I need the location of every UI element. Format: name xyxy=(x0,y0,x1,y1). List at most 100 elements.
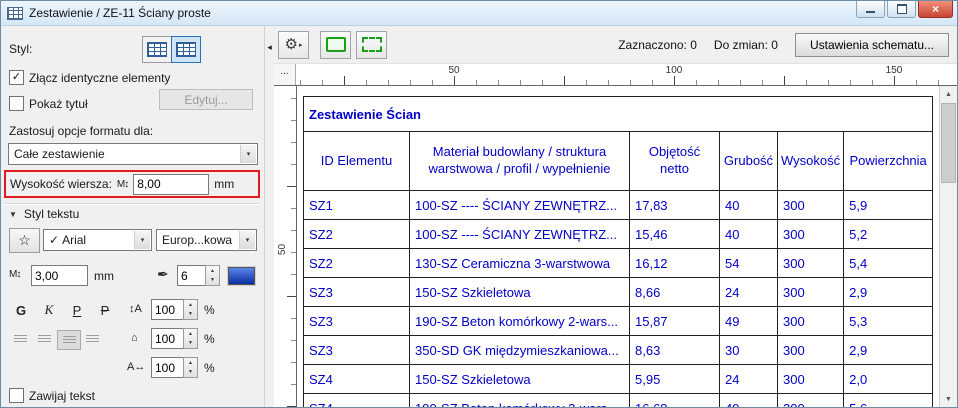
table-cell[interactable]: 130-SZ Ceramiczna 3-warstwowa xyxy=(409,248,630,278)
table-cell[interactable]: 5,6 xyxy=(843,393,934,407)
table-cell[interactable]: 5,4 xyxy=(843,248,934,278)
table-cell[interactable]: 190-SZ Beton komórkowy 2-wars... xyxy=(409,306,630,336)
table-cell[interactable]: SZ4 xyxy=(303,364,410,394)
line-spacing-input[interactable] xyxy=(151,299,184,320)
titlebar[interactable]: Zestawienie / ZE-11 Ściany proste × xyxy=(1,1,957,26)
table-cell[interactable]: 2,0 xyxy=(843,364,934,394)
pen-number-input[interactable] xyxy=(177,265,206,286)
align-justify-button[interactable] xyxy=(57,330,81,350)
table-cell[interactable]: 150-SZ Szkieletowa xyxy=(409,364,630,394)
minimize-button[interactable] xyxy=(856,1,885,18)
restore-button[interactable] xyxy=(887,1,916,18)
collapse-sidebar-button[interactable]: ◂ xyxy=(264,26,274,407)
pen-number-stepper[interactable]: ▲ ▼ xyxy=(205,265,220,286)
table-cell[interactable]: 40 xyxy=(719,190,778,220)
table-cell[interactable]: 300 xyxy=(776,335,845,365)
edit-selection-button[interactable] xyxy=(356,30,387,59)
align-left-button[interactable] xyxy=(9,330,31,348)
column-header[interactable]: Grubość xyxy=(719,131,778,191)
table-cell[interactable]: 5,2 xyxy=(843,219,934,249)
table-cell[interactable]: 190-SZ Beton komórkowy 2-wars... xyxy=(409,393,630,407)
table-cell[interactable]: 54 xyxy=(719,248,778,278)
table-cell[interactable]: 300 xyxy=(776,248,845,278)
format-scope-select[interactable]: Całe zestawienie ▾ xyxy=(8,143,258,165)
favorite-style-button[interactable]: ☆ xyxy=(9,228,40,253)
table-cell[interactable]: SZ3 xyxy=(303,306,410,336)
column-header[interactable]: ID Elementu xyxy=(303,131,410,191)
show-title-checkbox[interactable]: Pokaż tytuł xyxy=(9,96,88,111)
table-cell[interactable]: 300 xyxy=(776,277,845,307)
scrollbar-thumb[interactable] xyxy=(941,103,956,183)
column-header[interactable]: Powierzchnia xyxy=(843,131,934,191)
width-factor-stepper[interactable]: ▲ ▼ xyxy=(183,328,198,349)
align-right-button[interactable] xyxy=(81,330,103,348)
table-cell[interactable]: 5,9 xyxy=(843,190,934,220)
line-spacing-stepper[interactable]: ▲ ▼ xyxy=(183,299,198,320)
table-cell[interactable]: 24 xyxy=(719,364,778,394)
pen-color-swatch[interactable] xyxy=(228,267,255,285)
ruler-options-button[interactable]: ... xyxy=(274,64,296,85)
scheme-settings-button[interactable]: Ustawienia schematu... xyxy=(794,32,949,57)
table-cell[interactable]: 300 xyxy=(776,190,845,220)
table-cell[interactable]: 8,66 xyxy=(629,277,720,307)
table-cell[interactable]: SZ1 xyxy=(303,190,410,220)
horizontal-ruler[interactable]: 50 100 150 xyxy=(296,64,957,85)
scroll-down-icon[interactable]: ▼ xyxy=(940,391,957,407)
table-cell[interactable]: SZ3 xyxy=(303,277,410,307)
bold-button[interactable]: G xyxy=(9,300,33,320)
table-cell[interactable]: 5,3 xyxy=(843,306,934,336)
scheme-options-button[interactable]: ⚙ ▸ xyxy=(278,30,309,59)
char-spacing-input[interactable] xyxy=(151,357,184,378)
table-cell[interactable]: 5,95 xyxy=(629,364,720,394)
table-cell[interactable]: 100-SZ ---- ŚCIANY ZEWNĘTRZ... xyxy=(409,219,630,249)
align-center-button[interactable] xyxy=(33,330,55,348)
table-cell[interactable]: 350-SD GK międzymieszkaniowa... xyxy=(409,335,630,365)
table-title[interactable]: Zestawienie Ścian xyxy=(302,96,934,132)
table-cell[interactable]: 49 xyxy=(719,306,778,336)
style-list-toggle[interactable] xyxy=(142,36,172,63)
table-cell[interactable]: SZ2 xyxy=(303,248,410,278)
table-cell[interactable]: 150-SZ Szkieletowa xyxy=(409,277,630,307)
column-header[interactable]: Materiał budowlany / struktura warstwowa… xyxy=(409,131,630,191)
font-encoding-select[interactable]: Europ...kowa ▾ xyxy=(156,229,257,251)
text-style-section-header[interactable]: ▼ Styl tekstu xyxy=(9,207,79,221)
column-header[interactable]: Objętość netto xyxy=(629,131,720,191)
close-button[interactable]: × xyxy=(918,1,953,18)
font-size-input[interactable] xyxy=(31,265,88,286)
edit-title-button[interactable]: Edytuj... xyxy=(159,89,253,110)
font-family-select[interactable]: ✓ Arial ▾ xyxy=(43,229,152,251)
width-factor-input[interactable] xyxy=(151,328,184,349)
table-cell[interactable]: 300 xyxy=(776,393,845,407)
vertical-ruler[interactable]: 50 xyxy=(274,86,297,407)
merge-identical-checkbox[interactable]: ✓ Złącz identyczne elementy xyxy=(9,70,170,85)
table-cell[interactable]: 300 xyxy=(776,364,845,394)
italic-button[interactable]: K xyxy=(37,300,61,320)
table-cell[interactable]: 16,12 xyxy=(629,248,720,278)
table-cell[interactable]: SZ4 xyxy=(303,393,410,407)
table-cell[interactable]: 8,63 xyxy=(629,335,720,365)
table-cell[interactable]: 100-SZ ---- ŚCIANY ZEWNĘTRZ... xyxy=(409,190,630,220)
strikethrough-button[interactable]: P xyxy=(93,300,117,320)
table-cell[interactable]: 2,9 xyxy=(843,277,934,307)
table-cell[interactable]: 2,9 xyxy=(843,335,934,365)
table-cell[interactable]: 40 xyxy=(719,219,778,249)
table-cell[interactable]: 30 xyxy=(719,335,778,365)
table-cell[interactable]: 300 xyxy=(776,306,845,336)
table-cell[interactable]: 16,68 xyxy=(629,393,720,407)
wrap-text-checkbox[interactable]: Zawijaj tekst xyxy=(9,388,95,403)
table-cell[interactable]: 15,87 xyxy=(629,306,720,336)
scroll-up-icon[interactable]: ▲ xyxy=(940,86,957,102)
table-cell[interactable]: 300 xyxy=(776,219,845,249)
row-height-input[interactable] xyxy=(133,173,210,195)
column-header[interactable]: Wysokość xyxy=(776,131,845,191)
table-cell[interactable]: SZ3 xyxy=(303,335,410,365)
table-cell[interactable]: 17,83 xyxy=(629,190,720,220)
style-table-toggle[interactable] xyxy=(171,36,201,63)
underline-button[interactable]: P xyxy=(65,300,89,320)
char-spacing-stepper[interactable]: ▲ ▼ xyxy=(183,357,198,378)
vertical-scrollbar[interactable]: ▲ ▼ xyxy=(939,86,957,407)
table-cell[interactable]: 24 xyxy=(719,277,778,307)
table-cell[interactable]: SZ2 xyxy=(303,219,410,249)
highlight-selection-button[interactable] xyxy=(320,30,351,59)
table-cell[interactable]: 15,46 xyxy=(629,219,720,249)
